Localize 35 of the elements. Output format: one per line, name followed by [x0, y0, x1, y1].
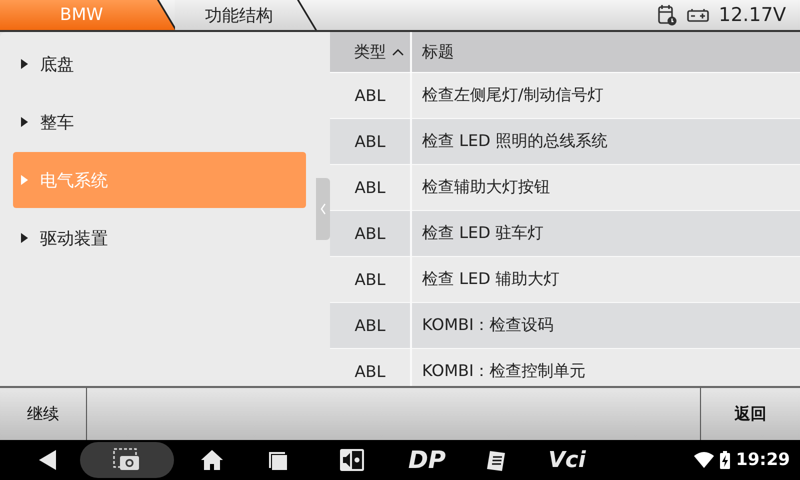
table-cell: KOMBI：检查设码 — [422, 315, 554, 336]
category-item[interactable]: 底盘 — [13, 36, 306, 92]
app-logo[interactable]: Vci — [532, 446, 602, 474]
table-cell: 检查 LED 辅助大灯 — [422, 269, 560, 290]
table-cell: KOMBI：检查控制单元 — [422, 361, 586, 382]
category-item[interactable]: 整车 — [13, 94, 306, 150]
app-logo[interactable]: DP — [392, 445, 462, 475]
chevron-left-icon — [320, 203, 326, 215]
wifi-icon — [694, 452, 714, 468]
voltage-reading: 12.17V — [718, 4, 786, 26]
expand-arrow-icon — [21, 117, 28, 127]
table-cell: ABL — [354, 224, 386, 243]
collapse-handle[interactable] — [316, 178, 330, 240]
table-cell: ABL — [354, 86, 386, 105]
calendar-clock-icon — [656, 4, 677, 26]
table-cell: ABL — [354, 362, 386, 381]
table-cell: 检查 LED 照明的总线系统 — [422, 131, 608, 152]
table-cell: ABL — [354, 316, 386, 335]
expand-arrow-icon — [21, 175, 28, 185]
category-item[interactable]: 驱动装置 — [13, 210, 306, 266]
table-cell: ABL — [354, 270, 386, 289]
table-cell: 检查 LED 驻车灯 — [422, 223, 544, 244]
camera-icon — [113, 448, 141, 472]
column-header[interactable]: 标题 — [412, 32, 800, 72]
table-cell: 检查辅助大灯按钮 — [422, 177, 550, 198]
battery-icon — [686, 8, 709, 22]
table-cell: ABL — [354, 132, 386, 151]
table-cell: 检查左侧尾灯/制动信号灯 — [422, 85, 604, 106]
expand-arrow-icon — [21, 233, 28, 243]
expand-arrow-icon — [21, 59, 28, 69]
column-header[interactable]: 类型 — [330, 32, 412, 72]
battery-charging-icon — [720, 451, 730, 469]
table-cell: ABL — [354, 178, 386, 197]
screenshot-button[interactable] — [80, 442, 174, 478]
clock-time: 19:29 — [736, 450, 790, 470]
